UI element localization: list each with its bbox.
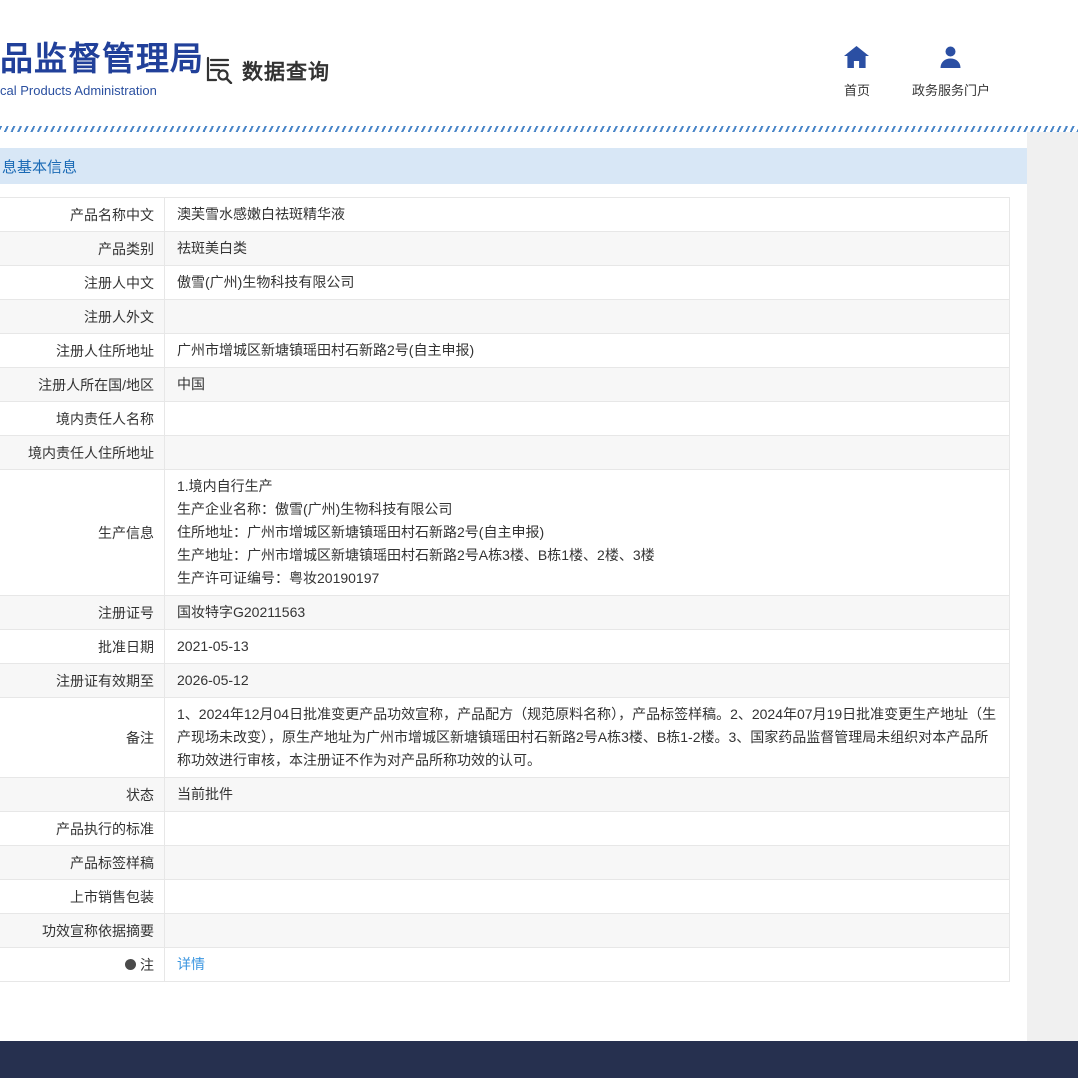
row-label: 产品类别 xyxy=(0,232,165,265)
table-row: 注册人中文 傲雪(广州)生物科技有限公司 xyxy=(0,266,1009,300)
table-row: 注册人住所地址 广州市增城区新塘镇瑶田村石新路2号(自主申报) xyxy=(0,334,1009,368)
row-value: 中国 xyxy=(165,368,1009,401)
nav-item-portal[interactable]: 政务服务门户 xyxy=(912,46,990,99)
content-card: 息基本信息 产品名称中文 澳芙雪水感嫩白祛斑精华液 产品类别 祛斑美白类 注册人… xyxy=(0,132,1027,1041)
table-row: 注册人所在国/地区 中国 xyxy=(0,368,1009,402)
row-value xyxy=(165,300,1009,333)
row-value xyxy=(165,846,1009,879)
row-label: 状态 xyxy=(0,778,165,811)
row-value: 2026-05-12 xyxy=(165,664,1009,697)
row-label: 批准日期 xyxy=(0,630,165,663)
nav-home-label: 首页 xyxy=(844,80,870,99)
row-label: 注册人所在国/地区 xyxy=(0,368,165,401)
table-row: 注 详情 xyxy=(0,948,1009,982)
section-title: 息基本信息 xyxy=(2,156,77,177)
row-label: 境内责任人名称 xyxy=(0,402,165,435)
document-search-icon xyxy=(204,54,234,89)
home-icon xyxy=(844,46,869,73)
row-label: 产品执行的标准 xyxy=(0,812,165,845)
table-row: 境内责任人名称 xyxy=(0,402,1009,436)
table-row: 功效宣称依据摘要 xyxy=(0,914,1009,948)
row-value xyxy=(165,914,1009,947)
row-value: 1、2024年12月04日批准变更产品功效宣称，产品配方（规范原料名称），产品标… xyxy=(165,698,1009,777)
nav-portal-label: 政务服务门户 xyxy=(912,80,990,99)
row-value: 澳芙雪水感嫩白祛斑精华液 xyxy=(165,198,1009,231)
table-row: 产品类别 祛斑美白类 xyxy=(0,232,1009,266)
row-label: 注册证有效期至 xyxy=(0,664,165,697)
site-logo: 品监督管理局 cal Products Administration xyxy=(0,42,204,98)
row-value: 1.境内自行生产 生产企业名称：傲雪(广州)生物科技有限公司 住所地址：广州市增… xyxy=(165,470,1009,595)
row-value: 祛斑美白类 xyxy=(165,232,1009,265)
logo-subtitle: cal Products Administration xyxy=(0,83,204,98)
section-header: 息基本信息 xyxy=(0,148,1027,184)
detail-link[interactable]: 详情 xyxy=(177,953,205,976)
note-icon xyxy=(125,959,136,970)
row-value: 国妆特字G20211563 xyxy=(165,596,1009,629)
user-icon xyxy=(939,46,962,73)
table-row: 上市销售包装 xyxy=(0,880,1009,914)
table-row: 备注 1、2024年12月04日批准变更产品功效宣称，产品配方（规范原料名称），… xyxy=(0,698,1009,778)
row-value xyxy=(165,812,1009,845)
row-label: 生产信息 xyxy=(0,470,165,595)
main-area: 息基本信息 产品名称中文 澳芙雪水感嫩白祛斑精华液 产品类别 祛斑美白类 注册人… xyxy=(0,132,1078,1041)
row-value: 详情 xyxy=(165,948,1009,981)
table-row: 注册人外文 xyxy=(0,300,1009,334)
table-row: 产品标签样稿 xyxy=(0,846,1009,880)
row-label: 注 xyxy=(0,948,165,981)
row-value: 当前批件 xyxy=(165,778,1009,811)
table-row: 生产信息 1.境内自行生产 生产企业名称：傲雪(广州)生物科技有限公司 住所地址… xyxy=(0,470,1009,596)
data-query-label: 数据查询 xyxy=(242,56,330,86)
top-nav: 首页 政务服务门户 xyxy=(844,46,990,99)
table-row: 产品执行的标准 xyxy=(0,812,1009,846)
row-label: 上市销售包装 xyxy=(0,880,165,913)
table-row: 注册证有效期至 2026-05-12 xyxy=(0,664,1009,698)
detail-table: 产品名称中文 澳芙雪水感嫩白祛斑精华液 产品类别 祛斑美白类 注册人中文 傲雪(… xyxy=(0,197,1010,982)
table-row: 批准日期 2021-05-13 xyxy=(0,630,1009,664)
row-label: 备注 xyxy=(0,698,165,777)
row-label: 注册人外文 xyxy=(0,300,165,333)
footer-bar xyxy=(0,1041,1078,1078)
data-query-tab[interactable]: 数据查询 xyxy=(204,54,330,88)
logo-title: 品监督管理局 xyxy=(0,42,204,75)
nav-item-home[interactable]: 首页 xyxy=(844,46,870,99)
row-value: 傲雪(广州)生物科技有限公司 xyxy=(165,266,1009,299)
row-value xyxy=(165,402,1009,435)
row-value: 广州市增城区新塘镇瑶田村石新路2号(自主申报) xyxy=(165,334,1009,367)
page-header: 品监督管理局 cal Products Administration 数据查询 … xyxy=(0,0,1078,126)
table-row: 注册证号 国妆特字G20211563 xyxy=(0,596,1009,630)
table-row: 状态 当前批件 xyxy=(0,778,1009,812)
row-value xyxy=(165,880,1009,913)
row-value: 2021-05-13 xyxy=(165,630,1009,663)
row-label: 功效宣称依据摘要 xyxy=(0,914,165,947)
row-label: 注册人住所地址 xyxy=(0,334,165,367)
row-label: 产品名称中文 xyxy=(0,198,165,231)
table-row: 产品名称中文 澳芙雪水感嫩白祛斑精华液 xyxy=(0,198,1009,232)
row-label: 注册证号 xyxy=(0,596,165,629)
row-label: 境内责任人住所地址 xyxy=(0,436,165,469)
row-label-text: 注 xyxy=(140,955,154,975)
row-label: 产品标签样稿 xyxy=(0,846,165,879)
table-row: 境内责任人住所地址 xyxy=(0,436,1009,470)
row-label: 注册人中文 xyxy=(0,266,165,299)
row-value xyxy=(165,436,1009,469)
